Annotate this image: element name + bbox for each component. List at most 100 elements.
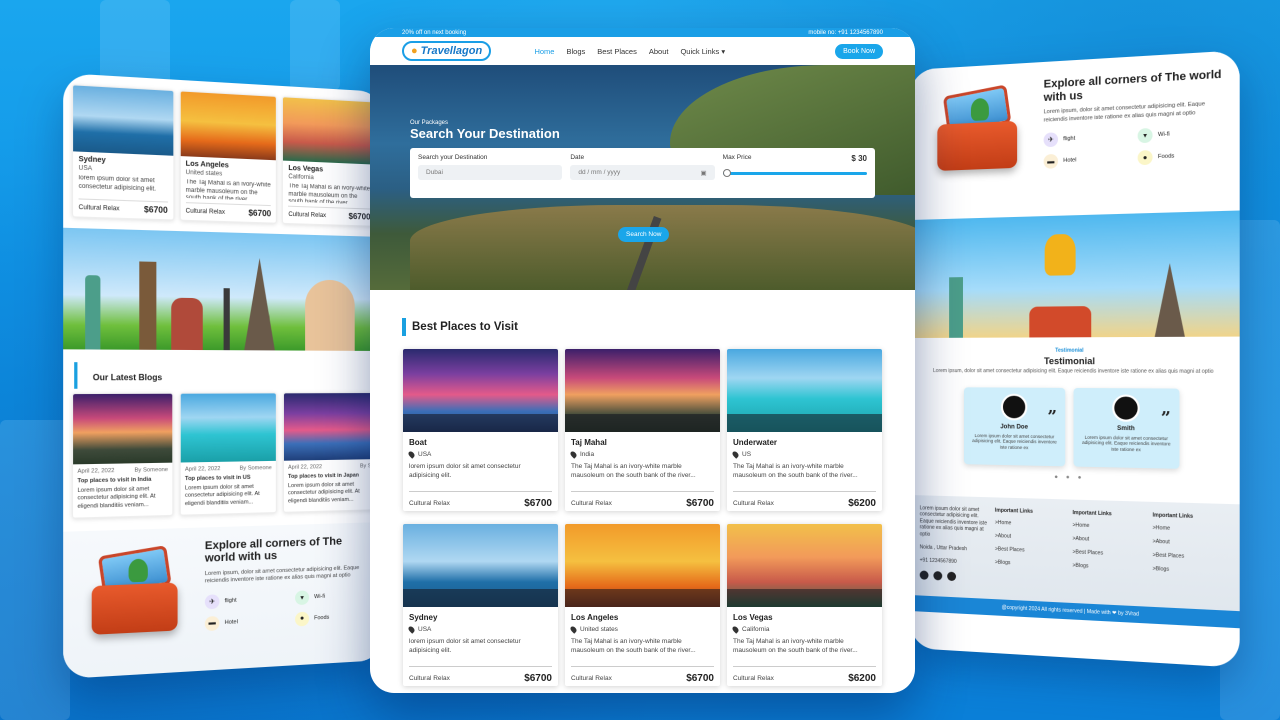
hero-section: Our Packages Search Your Destination Sea…: [370, 65, 915, 290]
blog-card[interactable]: April 22, 2022 By Someone Top places to vi…: [180, 392, 277, 515]
food-icon: ●: [295, 611, 309, 626]
footer-link[interactable]: >Blogs: [995, 559, 1066, 568]
place-desc: The Taj Mahal is an ivory-white marble m…: [571, 637, 714, 656]
blog-card[interactable]: April 22, 2022 By S Top places to visit in…: [283, 392, 376, 512]
place-desc: lorem ipsum dolor sit amet consectetur a…: [409, 637, 552, 656]
feature-flight: ✈ flight: [1044, 129, 1127, 147]
left-explore-section: Explore all corners of The world with us…: [63, 522, 384, 679]
place-title: Sydney: [409, 613, 552, 622]
place-location: India: [571, 451, 714, 458]
blog-date: April 22, 2022: [185, 466, 220, 474]
blog-card[interactable]: April 22, 2022 By Someone Top places to vi…: [72, 393, 173, 519]
mini-place-card[interactable]: Sydney USA lorem ipsum dolor sit amet cons…: [72, 84, 174, 220]
destination-input[interactable]: Dubai: [418, 165, 562, 180]
places-grid: Boat USA lorem ipsum dolor sit amet consec…: [403, 349, 915, 686]
place-desc: lorem ipsum dolor sit amet consectetur a…: [409, 462, 552, 481]
facebook-icon[interactable]: [933, 571, 942, 580]
footer-link[interactable]: >Home: [1072, 522, 1146, 531]
testimonial-desc: Lorem ipsum, dolor sit amet consectetur …: [924, 368, 1225, 375]
place-card[interactable]: Boat USA lorem ipsum dolor sit amet consec…: [403, 349, 558, 511]
place-title: Los Angeles: [571, 613, 714, 622]
slider-handle[interactable]: [723, 169, 731, 177]
place-location: United states: [186, 170, 271, 180]
feature-hotel: ▬ Hotel: [205, 613, 285, 631]
place-category: Cultural Relax: [409, 675, 450, 682]
place-category: Cultural Relax: [733, 500, 774, 507]
book-now-button[interactable]: Book Now: [835, 44, 883, 59]
place-title: Boat: [409, 438, 552, 447]
right-explore-title: Explore all corners of The world with us: [1044, 68, 1225, 104]
footer-link[interactable]: >About: [1072, 535, 1146, 544]
place-category: Cultural Relax: [288, 211, 326, 218]
bg-left-ghost: [0, 420, 70, 720]
mobile-text: mobile no: +91 1234567890: [808, 30, 883, 36]
footer-link[interactable]: >Best Places: [995, 546, 1066, 555]
max-price-value: $ 30: [851, 154, 867, 163]
instagram-icon[interactable]: [920, 570, 929, 579]
place-price: $6700: [524, 498, 552, 509]
bed-icon: ▬: [1044, 154, 1058, 169]
place-title: Los Vegas: [733, 613, 876, 622]
place-card[interactable]: Sydney USA lorem ipsum dolor sit amet cons…: [403, 524, 558, 686]
footer-about: Lorem ipsum dolor sit amet consectetur a…: [920, 505, 989, 583]
testimonial-section: Testimonial Testimonial Lorem ipsum, dol…: [910, 337, 1240, 496]
blog-author: By Someone: [134, 467, 168, 475]
nav-best-places[interactable]: Best Places: [597, 47, 637, 56]
place-category: Cultural Relax: [186, 208, 225, 216]
left-preview-panel: Sydney USA lorem ipsum dolor sit amet cons…: [63, 73, 384, 679]
footer-link[interactable]: >Best Places: [1153, 552, 1229, 561]
footer-link[interactable]: >About: [1153, 538, 1229, 547]
place-price: $6700: [248, 208, 271, 218]
price-slider[interactable]: [723, 172, 867, 175]
place-desc: The Taj Mahal is an ivory-white marble m…: [733, 462, 876, 481]
testimonial-card: ” John Doe Lorem ipsum dolor sit amet co…: [964, 387, 1065, 466]
globe-icon: ●: [411, 45, 418, 57]
footer-link[interactable]: >Home: [995, 519, 1066, 528]
place-image: [565, 349, 720, 432]
search-now-button[interactable]: Search Now: [618, 227, 669, 242]
left-explore-title: Explore all corners of The world with us: [205, 534, 372, 566]
place-category: Cultural Relax: [733, 675, 774, 682]
place-desc: The Taj Mahal is an ivory-white marble m…: [288, 183, 370, 204]
blog-title: Top places to visit in India: [77, 476, 168, 485]
footer-links-1: Important Links >Home >About >Best Place…: [995, 507, 1066, 586]
blog-title: Top places to visit in US: [185, 474, 272, 483]
place-image: [403, 349, 558, 432]
place-price: $6700: [349, 212, 371, 222]
hero-headland: [410, 205, 915, 290]
nav-quick-links[interactable]: Quick Links ▾: [680, 47, 725, 56]
left-blogs-title: Our Latest Blogs: [74, 362, 384, 389]
place-desc: The Taj Mahal is an ivory-white marble m…: [186, 179, 271, 201]
place-card[interactable]: Los Angeles United states The Taj Mahal is…: [565, 524, 720, 686]
place-location: California: [733, 626, 876, 633]
place-image: [283, 97, 375, 164]
footer-link[interactable]: >Home: [1153, 524, 1229, 533]
place-card[interactable]: Los Vegas California The Taj Mahal is an i…: [727, 524, 882, 686]
nav-about[interactable]: About: [649, 47, 669, 56]
footer-link[interactable]: >Best Places: [1072, 549, 1146, 558]
date-input[interactable]: dd / mm / yyyy ▣: [570, 165, 714, 180]
location-pin-icon: [407, 450, 415, 458]
place-card[interactable]: Taj Mahal India The Taj Mahal is an ivory-…: [565, 349, 720, 511]
blog-image: [73, 394, 172, 465]
place-card[interactable]: Underwater US The Taj Mahal is an ivory-wh…: [727, 349, 882, 511]
mini-place-card[interactable]: Los Angeles United states The Taj Mahal is…: [179, 90, 277, 223]
testimonial-card: ” Smith Lorem ipsum dolor sit amet conse…: [1074, 387, 1180, 468]
mini-place-card[interactable]: Los Vegas California The Taj Mahal is an i…: [282, 96, 376, 227]
copyright-bar: @copyright 2024 All rights reserved | Ma…: [910, 595, 1240, 628]
linkedin-icon[interactable]: [947, 572, 956, 581]
footer-link[interactable]: >About: [995, 533, 1066, 542]
place-category: Cultural Relax: [409, 500, 450, 507]
carousel-dots[interactable]: ● ● ●: [924, 471, 1225, 484]
calendar-icon: ▣: [701, 169, 707, 177]
footer-link[interactable]: >Blogs: [1153, 565, 1229, 575]
nav-blogs[interactable]: Blogs: [566, 47, 585, 56]
wifi-icon: ▾: [295, 590, 309, 605]
feature-wifi: ▾ Wi-fi: [295, 587, 372, 605]
logo[interactable]: ● Travellagon: [402, 41, 491, 61]
destination-label: Search your Destination: [418, 154, 562, 161]
nav-home[interactable]: Home: [534, 47, 554, 56]
place-category: Cultural Relax: [571, 675, 612, 682]
footer-link[interactable]: >Blogs: [1072, 562, 1146, 571]
place-image: [727, 524, 882, 607]
